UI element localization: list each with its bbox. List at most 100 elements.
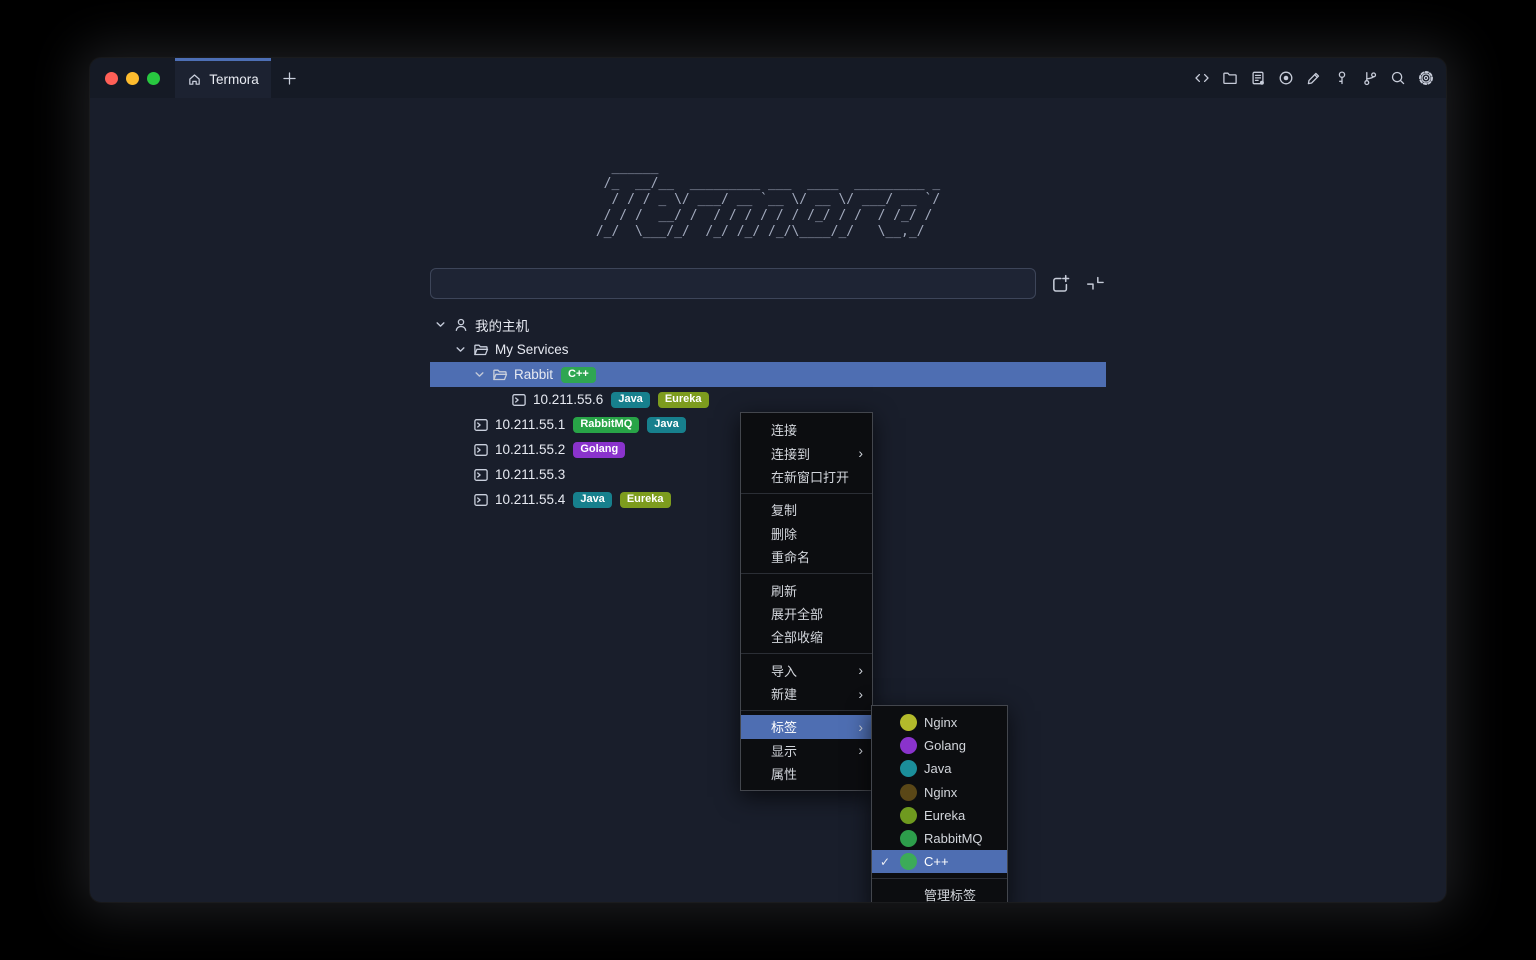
chevron-down-icon[interactable]: [473, 368, 486, 381]
tag-color-dot: [900, 807, 917, 824]
tag-badge: Java: [573, 492, 611, 508]
menu-item-label: 连接到: [771, 444, 810, 463]
tree-row-label: 10.211.55.1: [495, 417, 565, 432]
menu-item-label: 新建: [771, 684, 797, 703]
menu-item-label: 复制: [771, 500, 797, 519]
tab-title: Termora: [209, 72, 259, 87]
tag-color-dot: [900, 853, 917, 870]
menu-item-label: 标签: [771, 717, 797, 736]
settings-icon[interactable]: [1418, 70, 1434, 86]
search-icon[interactable]: [1390, 70, 1406, 86]
tag-color-dot: [900, 830, 917, 847]
tree-row-label: 10.211.55.3: [495, 467, 565, 482]
tag-menu-item[interactable]: Nginx: [872, 711, 1007, 734]
menu-item-label: 显示: [771, 741, 797, 760]
record-icon[interactable]: [1278, 70, 1294, 86]
add-host-icon[interactable]: [1049, 273, 1071, 295]
tag-menu-item[interactable]: Java: [872, 757, 1007, 780]
menu-item[interactable]: 刷新: [741, 578, 872, 601]
manage-tags-item[interactable]: 管理标签: [872, 883, 1007, 902]
tree-row[interactable]: 我的主机: [430, 312, 1106, 337]
ascii-logo: ______ /_ __/__ _________ ___ ____ _____…: [596, 98, 940, 240]
menu-item[interactable]: 删除: [741, 522, 872, 545]
menu-item[interactable]: 导入 ›: [741, 659, 872, 682]
tag-menu-item-label: Java: [924, 761, 951, 776]
submenu-arrow-icon: ›: [858, 687, 863, 701]
menu-separator: [741, 573, 872, 574]
tag-menu-item[interactable]: Nginx: [872, 781, 1007, 804]
tag-menu-item[interactable]: Golang: [872, 734, 1007, 757]
tag-color-dot: [900, 714, 917, 731]
edit-icon[interactable]: [1306, 70, 1322, 86]
terminal-icon: [473, 442, 490, 458]
menu-separator: [741, 653, 872, 654]
collapse-icon[interactable]: [1084, 273, 1106, 295]
menu-item-label: 在新窗口打开: [771, 467, 849, 486]
code-icon[interactable]: [1194, 70, 1210, 86]
folder-open-icon: [473, 342, 490, 358]
tree-row[interactable]: RabbitC++: [430, 362, 1106, 387]
branch-icon[interactable]: [1362, 70, 1378, 86]
zoom-window-button[interactable]: [147, 72, 160, 85]
chevron-down-icon[interactable]: [434, 318, 447, 331]
menu-separator: [741, 710, 872, 711]
close-window-button[interactable]: [105, 72, 118, 85]
tag-menu-item[interactable]: RabbitMQ: [872, 827, 1007, 850]
menu-item[interactable]: 连接到›: [741, 441, 872, 464]
minimize-window-button[interactable]: [126, 72, 139, 85]
menu-item[interactable]: 属性: [741, 762, 872, 785]
menu-item-label: 重命名: [771, 547, 810, 566]
key-icon[interactable]: [1334, 70, 1350, 86]
menu-item[interactable]: 连接: [741, 418, 872, 441]
tree-row[interactable]: My Services: [430, 337, 1106, 362]
menu-item-label: 删除: [771, 524, 797, 543]
tree-row-label: 10.211.55.2: [495, 442, 565, 457]
folder-open-icon: [492, 367, 509, 383]
terminal-icon: [473, 467, 490, 483]
tag-menu-item[interactable]: Eureka: [872, 804, 1007, 827]
tag-badge: RabbitMQ: [573, 417, 639, 433]
tag-badge: Eureka: [620, 492, 671, 508]
chevron-down-icon[interactable]: [454, 343, 467, 356]
new-tab-button[interactable]: [280, 69, 298, 87]
menu-item[interactable]: 在新窗口打开: [741, 465, 872, 488]
tag-menu-item[interactable]: ✓C++: [872, 850, 1007, 873]
tag-menu-item-label: C++: [924, 854, 949, 869]
search-row: [430, 268, 1106, 299]
tag-submenu: NginxGolangJavaNginxEurekaRabbitMQ✓C++ 管…: [871, 705, 1008, 902]
tag-color-dot: [900, 760, 917, 777]
app-window: Termora ______ /_ __/__ _________ ___ __…: [90, 58, 1446, 902]
tag-menu-item-label: Golang: [924, 738, 966, 753]
search-input[interactable]: [430, 268, 1036, 299]
submenu-arrow-icon: ›: [858, 743, 863, 757]
log-icon[interactable]: [1250, 70, 1266, 86]
menu-item[interactable]: 新建 ›: [741, 682, 872, 705]
menu-item[interactable]: 显示 ›: [741, 739, 872, 762]
tag-badge: C++: [561, 367, 596, 383]
menu-item[interactable]: 展开全部: [741, 602, 872, 625]
menu-item-label: 连接: [771, 420, 797, 439]
user-icon: [453, 317, 470, 333]
tree-row-label: 我的主机: [475, 315, 529, 335]
menu-item-label: 导入: [771, 661, 797, 680]
tree-row-label: 10.211.55.4: [495, 492, 565, 507]
tag-color-dot: [900, 737, 917, 754]
tag-badge: Java: [647, 417, 685, 433]
tree-row-label: 10.211.55.6: [533, 392, 603, 407]
tag-badge: Java: [611, 392, 649, 408]
traffic-lights: [105, 58, 160, 98]
tree-row[interactable]: 10.211.55.6 Java Eureka: [430, 387, 1106, 412]
menu-item[interactable]: 重命名: [741, 545, 872, 568]
home-icon: [187, 72, 202, 87]
main-content: ______ /_ __/__ _________ ___ ____ _____…: [90, 98, 1446, 902]
menu-item[interactable]: 全部收缩: [741, 625, 872, 648]
menu-item[interactable]: 复制: [741, 498, 872, 521]
submenu-arrow-icon: ›: [858, 663, 863, 677]
menu-item-label: 展开全部: [771, 604, 823, 623]
terminal-icon: [473, 417, 490, 433]
menu-item[interactable]: 标签›: [741, 715, 872, 738]
tab-termora[interactable]: Termora: [175, 58, 271, 98]
tag-badge: Eureka: [658, 392, 709, 408]
menu-separator: [741, 493, 872, 494]
folder-icon[interactable]: [1222, 70, 1238, 86]
